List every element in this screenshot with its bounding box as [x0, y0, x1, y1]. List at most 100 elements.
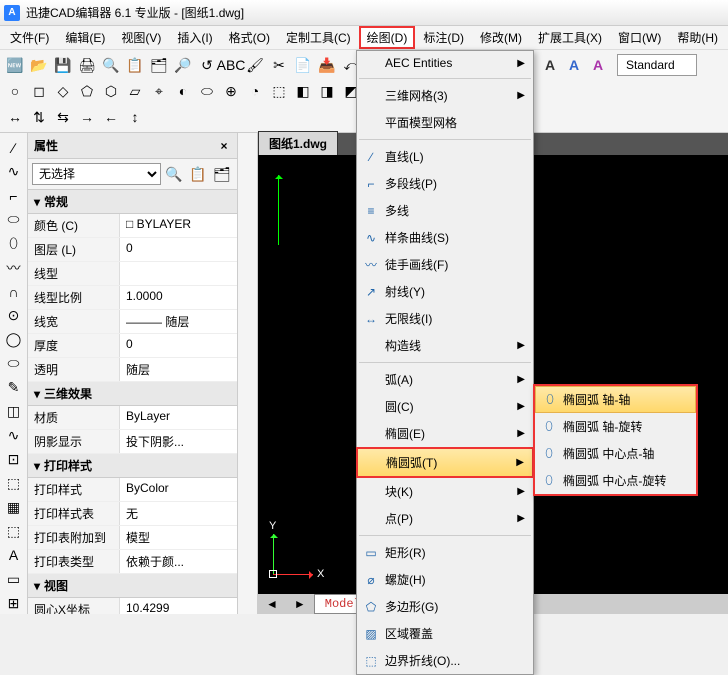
draw-menu-item[interactable]: ≡多线 [357, 197, 533, 224]
vt-btn-4[interactable]: ⬯ [3, 233, 25, 255]
vt-btn-1[interactable]: ∿ [3, 161, 25, 183]
tb1-btn-8[interactable]: ↺ [196, 54, 218, 76]
vt-btn-8[interactable]: ◯ [3, 329, 25, 351]
vt-btn-10[interactable]: ✎ [3, 377, 25, 399]
tb1-btn-6[interactable]: 🗂 [148, 54, 170, 76]
draw-menu-item[interactable]: AEC Entities▶ [357, 51, 533, 75]
menu-7[interactable]: 标注(D) [415, 26, 472, 49]
draw-menu-item[interactable]: 椭圆弧(T)▶ [358, 449, 532, 476]
submenu-item[interactable]: ⬯椭圆弧 中心点-轴 [535, 440, 696, 467]
draw-menu-item[interactable]: ▨区域覆盖 [357, 620, 533, 647]
selection-dropdown[interactable]: 无选择 [32, 163, 161, 185]
menu-3[interactable]: 插入(I) [169, 26, 220, 49]
tb3-btn-0[interactable]: ↔ [4, 106, 26, 128]
menu-4[interactable]: 格式(O) [221, 26, 278, 49]
tb1-btn-1[interactable]: 📂 [28, 54, 50, 76]
submenu-item[interactable]: ⬯椭圆弧 轴-旋转 [535, 413, 696, 440]
draw-menu-item[interactable]: ⬠多边形(G) [357, 593, 533, 620]
menu-0[interactable]: 文件(F) [2, 26, 57, 49]
tb1-btn-7[interactable]: 🔎 [172, 54, 194, 76]
vt-btn-16[interactable]: ⬚ [3, 520, 25, 542]
submenu-item[interactable]: ⬯椭圆弧 轴-轴 [535, 386, 696, 413]
draw-menu-item[interactable]: 三维网格(3)▶ [357, 82, 533, 109]
prop-row[interactable]: 线宽——— 随层 [28, 310, 237, 334]
prop-group[interactable]: ▾打印样式 [28, 454, 237, 478]
tb1-btn-3[interactable]: 🖨 [76, 54, 98, 76]
draw-menu-item[interactable]: 点(P)▶ [357, 505, 533, 532]
draw-menu-item[interactable]: 平面模型网格 [357, 109, 533, 136]
draw-menu-item[interactable]: 块(K)▶ [357, 478, 533, 505]
vt-btn-18[interactable]: ▭ [3, 568, 25, 590]
vt-btn-3[interactable]: ⬭ [3, 209, 25, 231]
tb2-btn-4[interactable]: ⬡ [100, 80, 122, 102]
vt-btn-14[interactable]: ⬚ [3, 472, 25, 494]
vt-btn-0[interactable]: ∕ [3, 137, 25, 159]
tb1-btn-5[interactable]: 📋 [124, 54, 146, 76]
prop-row[interactable]: 打印表附加到模型 [28, 526, 237, 550]
menu-9[interactable]: 扩展工具(X) [530, 26, 610, 49]
tb2-btn-9[interactable]: ⊕ [220, 80, 242, 102]
tb2-btn-0[interactable]: ○ [4, 80, 26, 102]
vt-btn-17[interactable]: A [3, 544, 25, 566]
standard-combo[interactable]: Standard [617, 54, 697, 76]
prop-row[interactable]: 颜色 (C)□ BYLAYER [28, 214, 237, 238]
prop-row[interactable]: 打印表类型依赖于颜... [28, 550, 237, 574]
prop-group[interactable]: ▾三维效果 [28, 382, 237, 406]
draw-menu-item[interactable]: 椭圆(E)▶ [357, 420, 533, 447]
draw-menu-item[interactable]: 圆(C)▶ [357, 393, 533, 420]
prop-row[interactable]: 线型 [28, 262, 237, 286]
menu-6[interactable]: 绘图(D) [359, 26, 416, 49]
vt-btn-7[interactable]: ⊙ [3, 305, 25, 327]
prop-row[interactable]: 厚度0 [28, 334, 237, 358]
tab-prev-icon[interactable]: ◄ [258, 597, 286, 611]
draw-menu-item[interactable]: ∿样条曲线(S) [357, 224, 533, 251]
tb2-btn-10[interactable]: ◔ [244, 80, 266, 102]
tb2-btn-1[interactable]: ◻ [28, 80, 50, 102]
tb2-btn-2[interactable]: ◇ [52, 80, 74, 102]
tb3-btn-3[interactable]: → [76, 106, 98, 128]
prop-row[interactable]: 阴影显示投下阴影... [28, 430, 237, 454]
annot-btn-5[interactable]: A [563, 54, 585, 76]
tb2-btn-8[interactable]: ⬭ [196, 80, 218, 102]
prop-row[interactable]: 圆心X坐标10.4299 [28, 598, 237, 614]
draw-menu-item[interactable]: 弧(A)▶ [357, 366, 533, 393]
tb3-btn-4[interactable]: ← [100, 106, 122, 128]
draw-menu-item[interactable]: ⬚边界折线(O)... [357, 647, 533, 674]
submenu-item[interactable]: ⬯椭圆弧 中心点-旋转 [535, 467, 696, 494]
prop-tool-3[interactable]: 🗂 [211, 163, 233, 185]
tb2-btn-12[interactable]: ◧ [292, 80, 314, 102]
draw-menu-item[interactable]: ▭矩形(R) [357, 539, 533, 566]
tb2-btn-3[interactable]: ⬠ [76, 80, 98, 102]
menu-1[interactable]: 编辑(E) [57, 26, 113, 49]
tab-next-icon[interactable]: ► [286, 597, 314, 611]
tb1-btn-13[interactable]: 📥 [316, 54, 338, 76]
menu-11[interactable]: 帮助(H) [669, 26, 726, 49]
tb1-btn-10[interactable]: 🖌 [244, 54, 266, 76]
tb1-btn-0[interactable]: 🆕 [4, 54, 26, 76]
tb3-btn-2[interactable]: ⇆ [52, 106, 74, 128]
draw-menu-item[interactable]: ⌀螺旋(H) [357, 566, 533, 593]
prop-group[interactable]: ▾视图 [28, 574, 237, 598]
menu-10[interactable]: 窗口(W) [610, 26, 669, 49]
prop-row[interactable]: 打印样式ByColor [28, 478, 237, 502]
vt-btn-9[interactable]: ⬭ [3, 353, 25, 375]
prop-row[interactable]: 打印样式表无 [28, 502, 237, 526]
annot-btn-4[interactable]: A [539, 54, 561, 76]
tb2-btn-11[interactable]: ⬚ [268, 80, 290, 102]
tb2-btn-5[interactable]: ▱ [124, 80, 146, 102]
draw-menu-item[interactable]: 〰徒手画线(F) [357, 251, 533, 278]
vt-btn-12[interactable]: ∿ [3, 424, 25, 446]
menu-5[interactable]: 定制工具(C) [278, 26, 359, 49]
tb1-btn-12[interactable]: 📄 [292, 54, 314, 76]
draw-menu-item[interactable]: ⌐多段线(P) [357, 170, 533, 197]
tb1-btn-2[interactable]: 💾 [52, 54, 74, 76]
prop-tool-2[interactable]: 📋 [187, 163, 209, 185]
vt-btn-5[interactable]: 〰 [3, 257, 25, 279]
prop-row[interactable]: 线型比例1.0000 [28, 286, 237, 310]
vt-btn-13[interactable]: ⊡ [3, 448, 25, 470]
prop-row[interactable]: 透明随层 [28, 358, 237, 382]
draw-menu-item[interactable]: ↗射线(Y) [357, 278, 533, 305]
close-icon[interactable]: × [217, 139, 231, 153]
tb1-btn-11[interactable]: ✂ [268, 54, 290, 76]
tb3-btn-5[interactable]: ↕ [124, 106, 146, 128]
